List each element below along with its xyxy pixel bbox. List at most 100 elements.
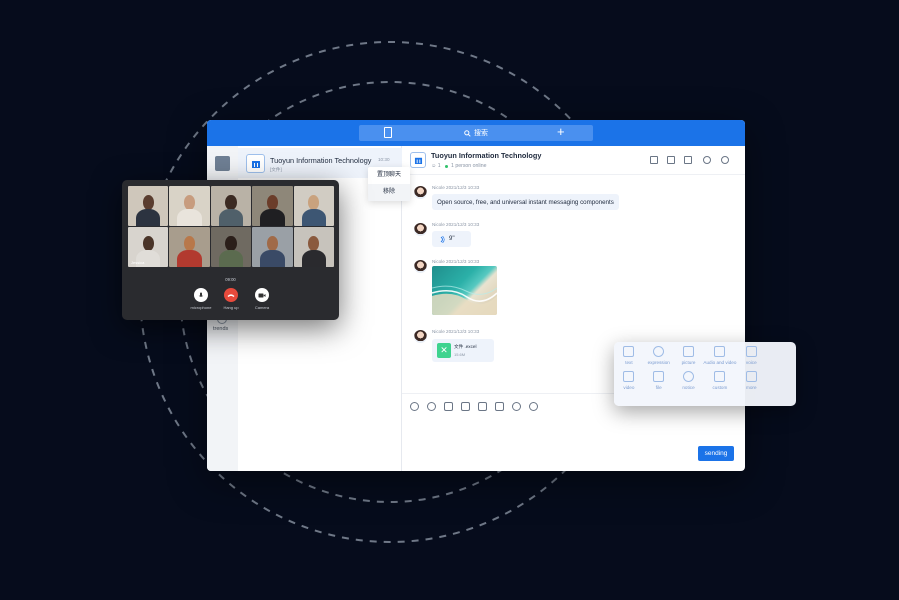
type-picture[interactable]: picture: [674, 346, 704, 365]
bell-icon[interactable]: [529, 402, 538, 411]
hang-up-button[interactable]: [224, 288, 238, 302]
send-button[interactable]: sending: [698, 446, 734, 461]
participant-tile[interactable]: [252, 227, 293, 267]
gear-icon[interactable]: [721, 156, 729, 164]
file-size: 15.6M: [454, 352, 466, 357]
building-icon[interactable]: [650, 156, 658, 164]
composer-toolbar: [410, 402, 538, 414]
chat-header: Tuoyun Information Technology ☺ 1 1 pers…: [402, 146, 745, 175]
voice-message[interactable]: 9'': [432, 231, 471, 247]
picture-icon: [683, 346, 695, 357]
type-more[interactable]: more: [736, 371, 766, 390]
type-label: notice: [682, 385, 695, 390]
folder-icon[interactable]: [684, 156, 692, 164]
image-message[interactable]: [432, 266, 497, 315]
file-message[interactable]: ✕ 文件 .excel 15.6M: [432, 339, 494, 362]
image-icon[interactable]: [444, 402, 453, 411]
hang-up-icon: [227, 293, 235, 297]
menu-item-remove[interactable]: 移除: [368, 184, 410, 201]
message-type-grid: text expression picture Audio and video …: [614, 346, 796, 390]
type-spacer: [766, 346, 796, 365]
microphone-button[interactable]: [194, 288, 208, 302]
type-label: expression: [647, 360, 670, 365]
type-text[interactable]: text: [614, 346, 644, 365]
microphone-icon: [198, 292, 204, 297]
type-audio-video[interactable]: Audio and video: [703, 346, 736, 365]
type-label: picture: [681, 360, 696, 365]
user-avatar[interactable]: [215, 156, 230, 171]
play-icon: [623, 371, 635, 382]
participant-tile[interactable]: [293, 186, 334, 226]
conversation-time: 10:30: [378, 157, 390, 162]
member-count-value: 1: [437, 163, 441, 169]
bell-icon: [683, 371, 695, 382]
participant-tile[interactable]: [210, 227, 252, 267]
message-time: 2021/12/3 10:33: [446, 185, 480, 190]
text-icon: [623, 346, 635, 357]
sender-avatar[interactable]: [414, 330, 427, 343]
trends-label: trends: [213, 326, 229, 332]
type-file[interactable]: file: [644, 371, 674, 390]
menu-item-pin-chat[interactable]: 置顶聊天: [368, 167, 410, 184]
camera-label: Camera: [254, 305, 270, 310]
sender-name: Nicole: [432, 222, 445, 227]
message-meta: Nicole 2021/12/3 10:33: [432, 222, 479, 227]
type-custom[interactable]: custom: [703, 371, 736, 390]
document-icon[interactable]: [667, 156, 675, 164]
emoji-icon[interactable]: [410, 402, 419, 411]
message-time: 2021/12/3 10:33: [446, 329, 480, 334]
text-message[interactable]: Open source, free, and universal instant…: [432, 194, 619, 210]
user-icon[interactable]: [703, 156, 711, 164]
folder-icon: [653, 371, 665, 382]
type-video[interactable]: video: [614, 371, 644, 390]
video-camera-icon: [714, 346, 726, 357]
message-time: 2021/12/3 10:33: [446, 259, 480, 264]
participant-tile[interactable]: [293, 227, 334, 267]
participant-tile[interactable]: [169, 227, 210, 267]
participant-tile[interactable]: [128, 186, 169, 226]
message-meta: Nicole 2021/12/3 10:33: [432, 329, 479, 334]
participant-tile[interactable]: [210, 186, 252, 226]
add-button[interactable]: +: [557, 123, 565, 141]
sender-avatar[interactable]: [414, 186, 427, 199]
voice-duration: 9'': [449, 236, 455, 242]
participant-grid: Jessica: [128, 186, 334, 267]
type-notice[interactable]: notice: [674, 371, 704, 390]
chat-title: Tuoyun Information Technology: [431, 151, 542, 160]
participant-tile[interactable]: [169, 186, 210, 226]
sender-avatar[interactable]: [414, 260, 427, 273]
scissors-icon[interactable]: [427, 402, 436, 411]
type-label: text: [625, 360, 633, 365]
participant-tile[interactable]: Jessica: [128, 227, 169, 267]
file-name: 文件 .excel: [454, 344, 477, 349]
type-label: file: [655, 385, 662, 390]
search-label: 搜索: [474, 130, 488, 137]
contacts-icon[interactable]: [384, 127, 392, 138]
template-icon[interactable]: [478, 402, 487, 411]
type-label: custom: [712, 385, 728, 390]
type-label: more: [746, 385, 757, 390]
sender-avatar[interactable]: [414, 223, 427, 236]
camera-icon: [258, 293, 266, 297]
camera-button[interactable]: [255, 288, 269, 302]
folder-icon[interactable]: [495, 402, 504, 411]
voice-wave-icon: [440, 235, 445, 243]
chat-panel: Tuoyun Information Technology ☺ 1 1 pers…: [402, 146, 745, 471]
sender-name: Nicole: [432, 185, 445, 190]
group-avatar-icon: [410, 152, 426, 168]
online-status: 1 person online: [451, 163, 487, 169]
online-dot: [445, 164, 448, 168]
phone-icon[interactable]: [512, 402, 521, 411]
excel-file-icon: ✕: [437, 343, 451, 358]
participant-tile[interactable]: [252, 186, 293, 226]
sender-name: Nicole: [432, 259, 445, 264]
participant-name: Jessica: [131, 260, 145, 265]
message-meta: Nicole 2021/12/3 10:33: [432, 185, 479, 190]
conversation-title: Tuoyun Information Technology: [270, 156, 372, 165]
card-icon[interactable]: [461, 402, 470, 411]
type-voice[interactable]: voice: [736, 346, 766, 365]
type-expression[interactable]: expression: [644, 346, 674, 365]
custom-icon: [714, 371, 726, 382]
type-label: video: [623, 385, 635, 390]
member-count: ☺ 1: [431, 163, 441, 169]
